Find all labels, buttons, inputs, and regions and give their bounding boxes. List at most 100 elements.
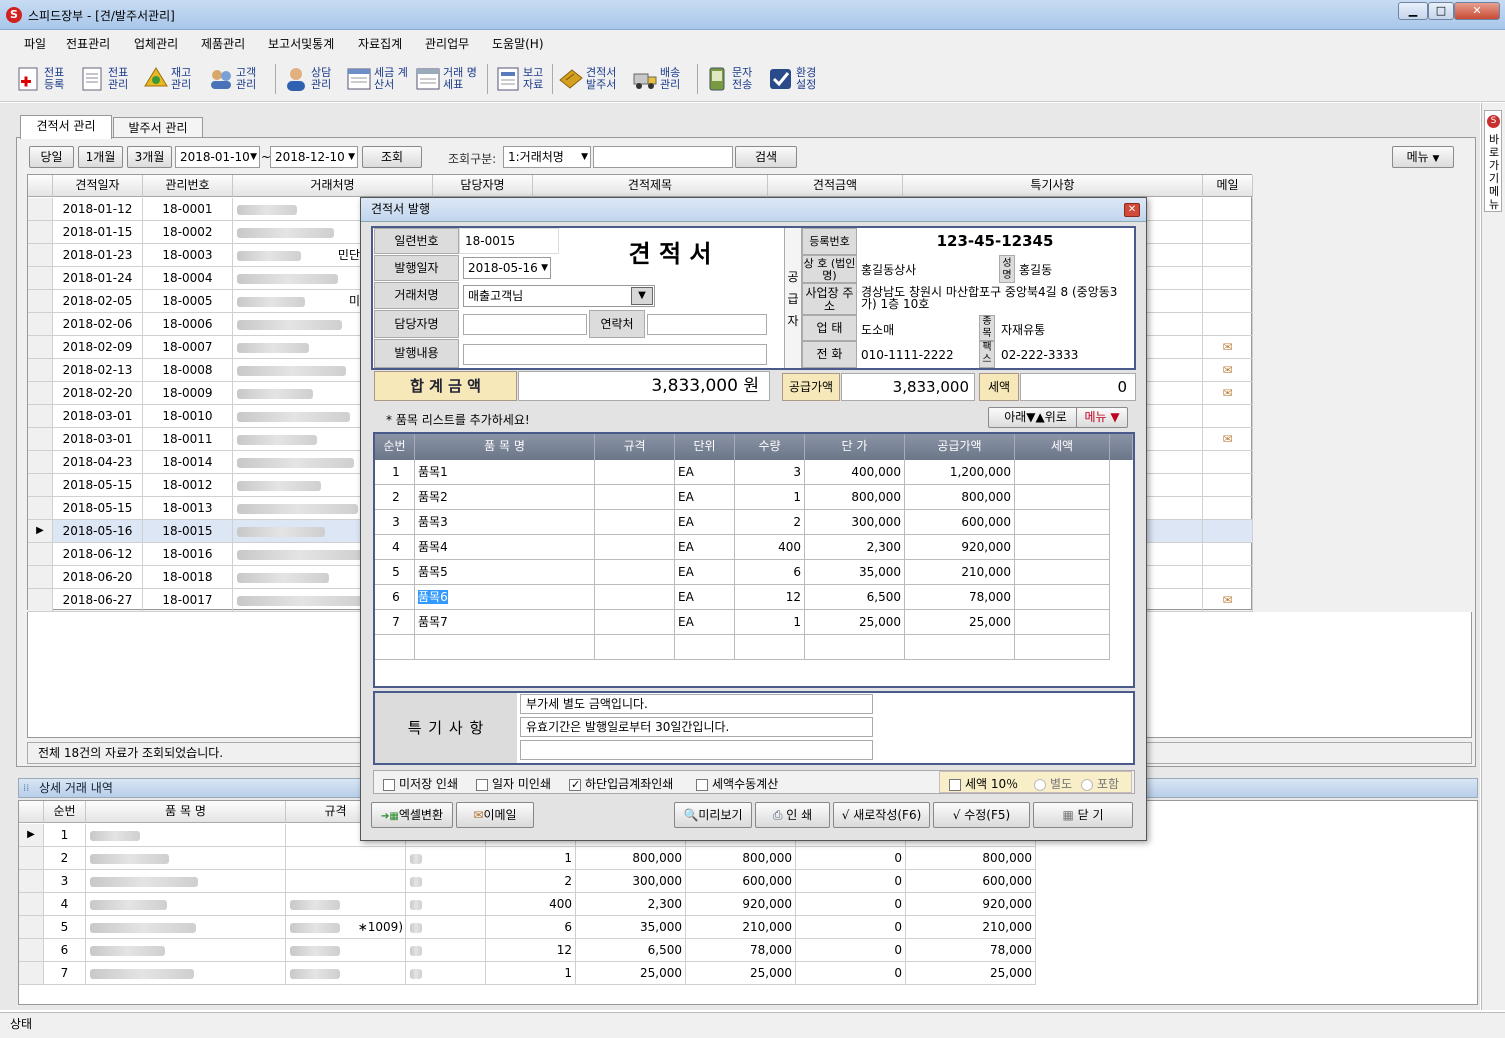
move-up-button[interactable]: ▲위로: [1036, 410, 1067, 424]
no-save-print-checkbox[interactable]: 미저장 인쇄: [383, 775, 458, 792]
detail-row[interactable]: 7 1 25,000 25,000 0 25,000: [19, 962, 1159, 985]
toolbar-voucher-register[interactable]: 전표 등록: [16, 62, 76, 96]
menu-voucher[interactable]: 전표관리: [66, 35, 110, 52]
remark-line-2[interactable]: 유효기간은 발행일로부터 30일간입니다.: [520, 717, 873, 737]
tab-order[interactable]: 발주서 관리: [113, 117, 203, 139]
manager-input[interactable]: [463, 314, 587, 335]
item-column-header[interactable]: 공급가액: [905, 434, 1015, 460]
toolbar-report[interactable]: 보고 자료: [495, 62, 555, 96]
item-row[interactable]: 4 품목4 EA 400 2,300 920,000: [375, 535, 1110, 560]
column-header[interactable]: 담당자명: [433, 175, 533, 197]
toolbar-voucher-manage[interactable]: 전표 관리: [80, 62, 140, 96]
search-input[interactable]: [593, 146, 733, 168]
menu-company[interactable]: 업체관리: [134, 35, 178, 52]
tax10-checkbox[interactable]: 세액 10％: [949, 775, 1018, 792]
date-from-picker[interactable]: 2018-01-10 ▼: [175, 146, 260, 168]
toolbar-tax-invoice[interactable]: 세금 계산서: [346, 62, 412, 96]
close-button[interactable]: ▦ 닫 기: [1033, 802, 1133, 828]
print-button[interactable]: ⎙ 인 쇄: [755, 802, 830, 828]
content-input[interactable]: [463, 344, 767, 365]
one-month-button[interactable]: 1개월: [78, 146, 123, 168]
minimize-button[interactable]: ▁: [1398, 2, 1428, 20]
item-column-header[interactable]: 세액: [1015, 434, 1110, 460]
today-button[interactable]: 당일: [29, 146, 74, 168]
close-icon[interactable]: ✕: [1124, 203, 1140, 217]
item-row[interactable]: 3 품목3 EA 2 300,000 600,000: [375, 510, 1110, 535]
remark-line-3[interactable]: [520, 740, 873, 760]
close-window-button[interactable]: ✕: [1454, 2, 1500, 20]
column-header[interactable]: 순번: [44, 801, 86, 823]
item-row[interactable]: 7 품목7 EA 1 25,000 25,000: [375, 610, 1110, 635]
detail-row[interactable]: 2 1 800,000 800,000 0 800,000: [19, 847, 1159, 870]
item-row[interactable]: [375, 635, 1110, 660]
email-button[interactable]: ✉이메일: [456, 802, 534, 828]
column-header[interactable]: 메일: [1203, 175, 1253, 197]
client-select[interactable]: 매출고객님 ▼: [463, 285, 655, 307]
remark-line-1[interactable]: 부가세 별도 금액입니다.: [520, 694, 873, 714]
tab-estimate[interactable]: 견적서 관리: [20, 115, 112, 139]
item-row[interactable]: 1 품목1 EA 3 400,000 1,200,000: [375, 460, 1110, 485]
menu-help[interactable]: 도움말(H): [492, 35, 544, 52]
item-row[interactable]: 5 품목5 EA 6 35,000 210,000: [375, 560, 1110, 585]
detail-row[interactable]: 6 12 6,500 78,000 0 78,000: [19, 939, 1159, 962]
date-to-picker[interactable]: 2018-12-10 ▼: [270, 146, 358, 168]
column-header[interactable]: 견적제목: [533, 175, 768, 197]
edit-button[interactable]: √ 수정(F5): [933, 802, 1030, 828]
toolbar-consult[interactable]: 상담 관리: [283, 62, 343, 96]
mail-icon[interactable]: ✉: [1222, 593, 1232, 607]
item-column-header[interactable]: 단위: [675, 434, 735, 460]
bank-account-print-checkbox[interactable]: ✓ 하단입금계좌인쇄: [569, 775, 673, 792]
item-name-selected[interactable]: 품목6: [418, 590, 448, 604]
items-menu-button[interactable]: 메뉴 ▼: [1076, 407, 1128, 428]
issue-date-picker[interactable]: 2018-05-16 ▼: [463, 257, 551, 279]
detail-row[interactable]: 5 ∗1009) 6 35,000 210,000 0 210,000: [19, 916, 1159, 939]
item-grid[interactable]: 순번 품 목 명 규격 단위 수량 단 가 공급가액 세액 1 품목1 EA 3 400…: [373, 432, 1135, 688]
mail-icon[interactable]: ✉: [1222, 386, 1232, 400]
menu-admin[interactable]: 관리업무: [425, 35, 469, 52]
column-header[interactable]: 특기사항: [903, 175, 1203, 197]
no-date-print-checkbox[interactable]: 일자 미인쇄: [476, 775, 551, 792]
menu-file[interactable]: 파일: [24, 35, 46, 52]
preview-button[interactable]: 🔍미리보기: [674, 802, 752, 828]
column-header[interactable]: 견적금액: [768, 175, 903, 197]
item-row[interactable]: 6 품목6 EA 12 6,500 78,000: [375, 585, 1110, 610]
three-months-button[interactable]: 3개월: [127, 146, 172, 168]
toolbar-sms[interactable]: 문자 전송: [704, 62, 764, 96]
column-header[interactable]: 관리번호: [143, 175, 233, 197]
mail-icon[interactable]: ✉: [1222, 340, 1232, 354]
mail-icon[interactable]: ✉: [1222, 363, 1232, 377]
menu-button[interactable]: 메뉴 ▼: [1392, 146, 1454, 168]
toolbar-delivery[interactable]: 배송 관리: [632, 62, 692, 96]
menu-report[interactable]: 보고서및통계: [268, 35, 334, 52]
quick-menu-button[interactable]: S 바로가기 메뉴: [1484, 110, 1502, 212]
mail-icon[interactable]: ✉: [1222, 432, 1232, 446]
column-header[interactable]: 품 목 명: [86, 801, 286, 823]
item-column-header[interactable]: 순번: [375, 434, 415, 460]
detail-row[interactable]: 3 2 300,000 600,000 0 600,000: [19, 870, 1159, 893]
move-down-button[interactable]: 아래▼: [1004, 410, 1035, 424]
item-column-header[interactable]: 규격: [595, 434, 675, 460]
tax-include-radio[interactable]: 포함: [1081, 775, 1119, 792]
menu-product[interactable]: 제품관리: [201, 35, 245, 52]
column-header[interactable]: 견적일자: [53, 175, 143, 197]
item-column-header[interactable]: 수량: [735, 434, 805, 460]
contact-input[interactable]: [647, 314, 767, 335]
column-header[interactable]: 거래처명: [233, 175, 433, 197]
toolbar-statement[interactable]: 거래 명세표: [415, 62, 481, 96]
item-column-header[interactable]: 품 목 명: [415, 434, 595, 460]
detail-row[interactable]: 4 400 2,300 920,000 0 920,000: [19, 893, 1159, 916]
find-button[interactable]: 검색: [735, 146, 797, 168]
excel-export-button[interactable]: ➔▦엑셀변환: [371, 802, 453, 828]
toolbar-estimate[interactable]: 견적서 발주서: [558, 62, 622, 96]
new-button[interactable]: √ 새로작성(F6): [833, 802, 930, 828]
maximize-button[interactable]: □: [1428, 2, 1454, 20]
manual-tax-checkbox[interactable]: 세액수동계산: [696, 775, 778, 792]
toolbar-settings[interactable]: 환경 설정: [768, 62, 828, 96]
menu-aggregate[interactable]: 자료집계: [358, 35, 402, 52]
category-select[interactable]: 1:거래처명 ▼: [503, 146, 591, 168]
toolbar-customers[interactable]: 고객 관리: [208, 62, 268, 96]
item-column-header[interactable]: 단 가: [805, 434, 905, 460]
tax-separate-radio[interactable]: 별도: [1034, 775, 1072, 792]
toolbar-inventory[interactable]: 재고 관리: [143, 62, 203, 96]
item-row[interactable]: 2 품목2 EA 1 800,000 800,000: [375, 485, 1110, 510]
